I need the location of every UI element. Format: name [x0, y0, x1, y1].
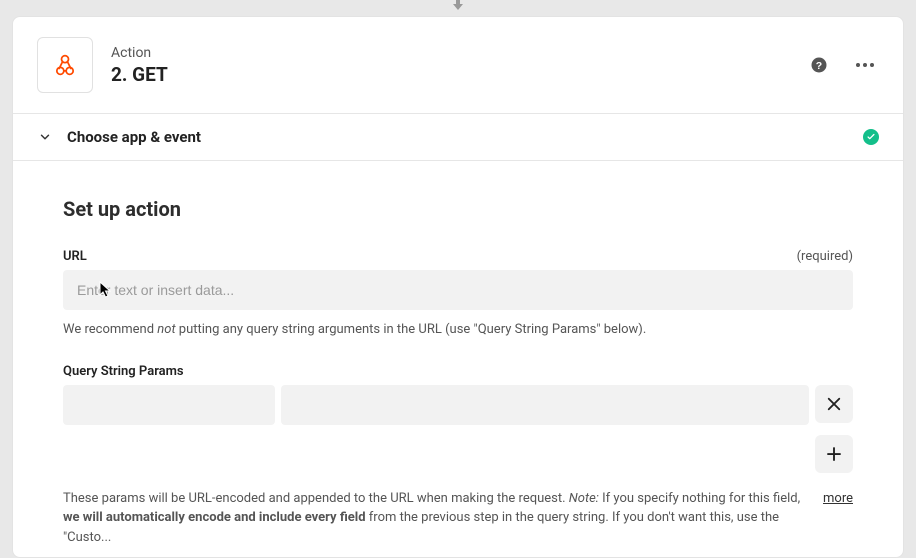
more-icon [856, 63, 874, 67]
close-icon [825, 395, 843, 413]
help-icon: ? [810, 56, 828, 74]
url-label: URL [63, 249, 87, 264]
qsp-row [63, 385, 853, 425]
section-label: Choose app & event [67, 128, 201, 146]
app-icon [37, 37, 93, 93]
help-button[interactable]: ? [805, 51, 833, 79]
qsp-label-row: Query String Params [63, 364, 853, 379]
action-card: Action 2. GET ? Choose app & event Set u… [12, 16, 904, 558]
url-helper: We recommend not putting any query strin… [63, 320, 853, 340]
qsp-key-input[interactable] [63, 385, 275, 425]
qsp-label: Query String Params [63, 364, 184, 379]
qsp-remove-button[interactable] [815, 385, 853, 423]
url-label-row: URL (required) [63, 249, 853, 264]
url-required: (required) [797, 249, 853, 264]
action-subtitle: Action [111, 44, 168, 64]
header-text: Action 2. GET [111, 44, 168, 87]
chevron-down-icon [37, 130, 53, 144]
flow-divider [0, 0, 916, 16]
action-title: 2. GET [111, 63, 168, 86]
qsp-value-input[interactable] [281, 385, 809, 425]
more-link[interactable]: more [823, 489, 853, 548]
setup-heading: Set up action [63, 197, 853, 221]
svg-text:?: ? [816, 60, 822, 72]
choose-app-event-row[interactable]: Choose app & event [13, 114, 903, 161]
url-input[interactable] [63, 270, 853, 310]
webhook-icon [51, 51, 79, 79]
check-icon [866, 132, 876, 142]
plus-icon [825, 445, 843, 463]
setup-action-body: Set up action URL (required) We recommen… [13, 161, 903, 557]
qsp-add-button[interactable] [815, 435, 853, 473]
more-menu-button[interactable] [851, 51, 879, 79]
card-header: Action 2. GET ? [13, 17, 903, 114]
status-badge [863, 129, 879, 145]
qsp-helper: These params will be URL-encoded and app… [63, 489, 853, 548]
